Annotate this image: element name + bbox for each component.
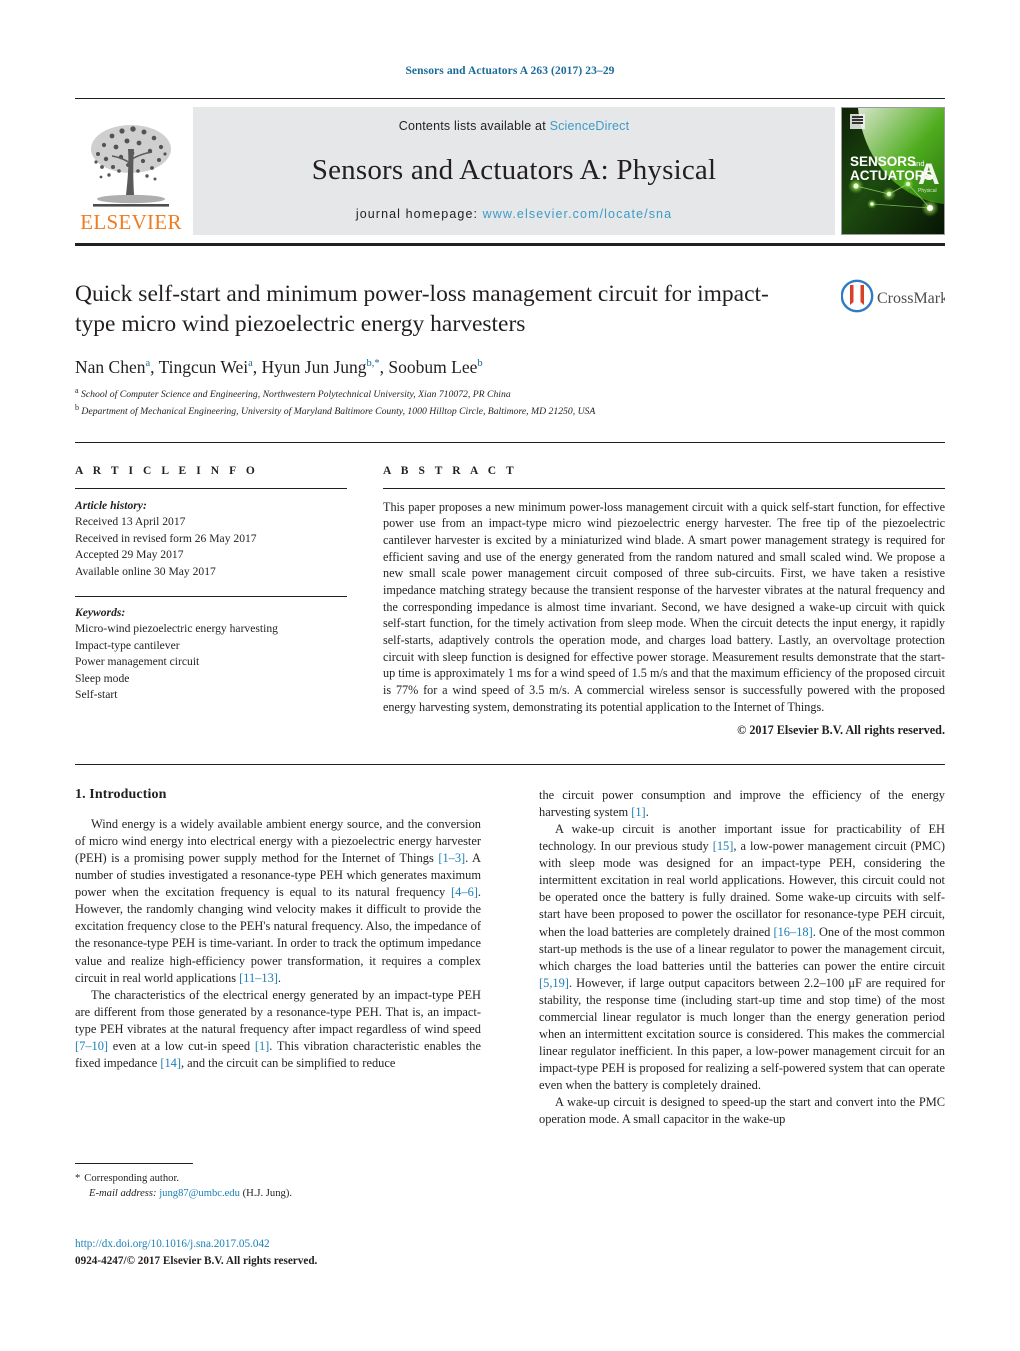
elsevier-wordmark: ELSEVIER [80, 210, 182, 234]
affiliation-a: a School of Computer Science and Enginee… [75, 385, 511, 400]
doi-block: http://dx.doi.org/10.1016/j.sna.2017.05.… [75, 1236, 495, 1269]
article-info-heading: A R T I C L E I N F O [75, 464, 259, 477]
issn-copyright-line: 0924-4247/© 2017 Elsevier B.V. All right… [75, 1254, 318, 1267]
cover-sub-label: Physical [918, 188, 937, 194]
journal-title: Sensors and Actuators A: Physical [311, 153, 717, 186]
paragraph: Wind energy is a widely available ambien… [75, 817, 482, 985]
homepage-prefix: journal homepage: [355, 207, 479, 221]
keywords-list: Keywords: Micro-wind piezoelectric energ… [75, 605, 347, 704]
cover-line1: SENSORS [850, 154, 916, 169]
cover-artwork: SENSORS and ACTUATORS A Physical [842, 108, 944, 234]
abstract-heading: A B S T R A C T [383, 464, 518, 477]
citation-link[interactable]: [1] [255, 1039, 269, 1053]
journal-cover-thumbnail: SENSORS and ACTUATORS A Physical [841, 107, 945, 235]
keyword-item: Micro-wind piezoelectric energy harvesti… [75, 622, 278, 636]
sciencedirect-link[interactable]: ScienceDirect [550, 119, 630, 133]
abstract-column: A B S T R A C T This paper proposes a ne… [383, 465, 945, 739]
journal-homepage-link[interactable]: www.elsevier.com/locate/sna [483, 207, 673, 221]
citation-link[interactable]: [5,19] [539, 976, 569, 990]
paragraph: A wake-up circuit is another important i… [539, 822, 945, 1092]
citation-link[interactable]: [11–13] [239, 971, 278, 985]
section-title-introduction: 1. Introduction [75, 787, 167, 803]
citation-link[interactable]: [1–3] [438, 851, 465, 865]
article-history-label: Article history: [75, 498, 147, 512]
cover-big-letter: A [918, 158, 940, 191]
corresponding-author-note: * Corresponding author. [75, 1171, 481, 1186]
author-0: Nan Chena, [75, 356, 159, 377]
crossmark-icon: CrossMark [840, 279, 948, 313]
masthead-center-panel: Contents lists available at ScienceDirec… [193, 107, 835, 235]
masthead-bottom-rule [75, 243, 945, 246]
citation-link[interactable]: [1] [631, 805, 645, 819]
history-item: Accepted 29 May 2017 [75, 548, 184, 562]
citation-link[interactable]: [14] [160, 1056, 181, 1070]
history-item: Received 13 April 2017 [75, 515, 186, 529]
running-head: Sensors and Actuators A 263 (2017) 23–29 [405, 65, 615, 77]
header-rule [75, 98, 945, 99]
doi-link[interactable]: http://dx.doi.org/10.1016/j.sna.2017.05.… [75, 1236, 495, 1253]
title-block-rule [75, 441, 945, 443]
citation-link[interactable]: [7–10] [75, 1039, 108, 1053]
footnote-rule [75, 1163, 193, 1164]
elsevier-logo: ELSEVIER [75, 107, 187, 235]
crossmark-badge[interactable]: CrossMark [839, 279, 948, 318]
author-3: Soobum Leeb [388, 356, 483, 377]
keywords-rule [75, 595, 347, 597]
article-history: Article history: Received 13 April 2017 … [75, 498, 347, 581]
paragraph: The characteristics of the electrical en… [75, 987, 481, 1070]
abstract-copyright: © 2017 Elsevier B.V. All rights reserved… [737, 723, 945, 738]
keyword-item: Impact-type cantilever [75, 638, 180, 652]
history-item: Received in revised form 26 May 2017 [75, 531, 257, 545]
email-note: E-mail address: jung87@umbc.edu (H.J. Ju… [75, 1186, 481, 1201]
keywords-block: Keywords: Micro-wind piezoelectric energ… [75, 595, 347, 704]
body-column-left: 1. Introduction Wind energy is a widely … [75, 787, 481, 1128]
footnote-block: * Corresponding author. E-mail address: j… [75, 1163, 481, 1202]
journal-homepage-line: journal homepage: www.elsevier.com/locat… [356, 207, 672, 221]
history-item: Available online 30 May 2017 [75, 564, 216, 578]
paragraph: the circuit power consumption and improv… [539, 788, 945, 820]
keyword-item: Sleep mode [75, 671, 130, 685]
affiliation-b: b Department of Mechanical Engineering, … [75, 402, 596, 417]
page-title: Quick self-start and minimum power-loss … [75, 281, 769, 338]
keyword-item: Self-start [75, 688, 118, 702]
body-column-right: the circuit power consumption and improv… [539, 787, 945, 1128]
contents-available-line: Contents lists available at ScienceDirec… [399, 119, 630, 133]
elsevier-tree-icon [91, 125, 171, 207]
article-info-column: A R T I C L E I N F O Article history: R… [75, 465, 347, 739]
citation-link[interactable]: [16–18] [773, 925, 812, 939]
crossmark-label-text: CrossMark [877, 290, 945, 307]
citation-link[interactable]: [15] [713, 839, 734, 853]
info-abstract-region: A R T I C L E I N F O Article history: R… [75, 465, 945, 739]
keywords-label: Keywords: [75, 605, 126, 619]
corresponding-text: Corresponding author. [84, 1173, 180, 1184]
paper-page: Sensors and Actuators A 263 (2017) 23–29 [0, 0, 1020, 1351]
email-owner: (H.J. Jung). [242, 1188, 292, 1200]
corresponding-marker: * [75, 1173, 81, 1184]
contents-prefix: Contents lists available at [398, 119, 546, 133]
author-2: Hyun Jun Jungb,*, [261, 356, 389, 377]
article-info-rule [75, 487, 347, 489]
title-block: CrossMark Quick self-start and minimum p… [75, 279, 948, 419]
abstract-rule [383, 487, 945, 489]
paragraph: A wake-up circuit is designed to speed-u… [539, 1095, 945, 1127]
author-list: Nan Chena, Tingcun Weia, Hyun Jun Jungb,… [75, 357, 945, 378]
journal-masthead: ELSEVIER Contents lists available at Sci… [75, 107, 945, 235]
keyword-item: Power management circuit [75, 655, 200, 669]
abstract-bottom-rule [75, 764, 945, 766]
author-1: Tingcun Weia, [158, 356, 262, 377]
email-link[interactable]: jung87@umbc.edu [159, 1188, 240, 1199]
abstract-text: This paper proposes a new minimum power-… [383, 499, 945, 714]
email-label: E-mail address: [89, 1188, 157, 1200]
body-columns: 1. Introduction Wind energy is a widely … [75, 787, 945, 1128]
affiliation-list: a School of Computer Science and Enginee… [75, 385, 945, 419]
citation-link[interactable]: [4–6] [451, 885, 478, 899]
